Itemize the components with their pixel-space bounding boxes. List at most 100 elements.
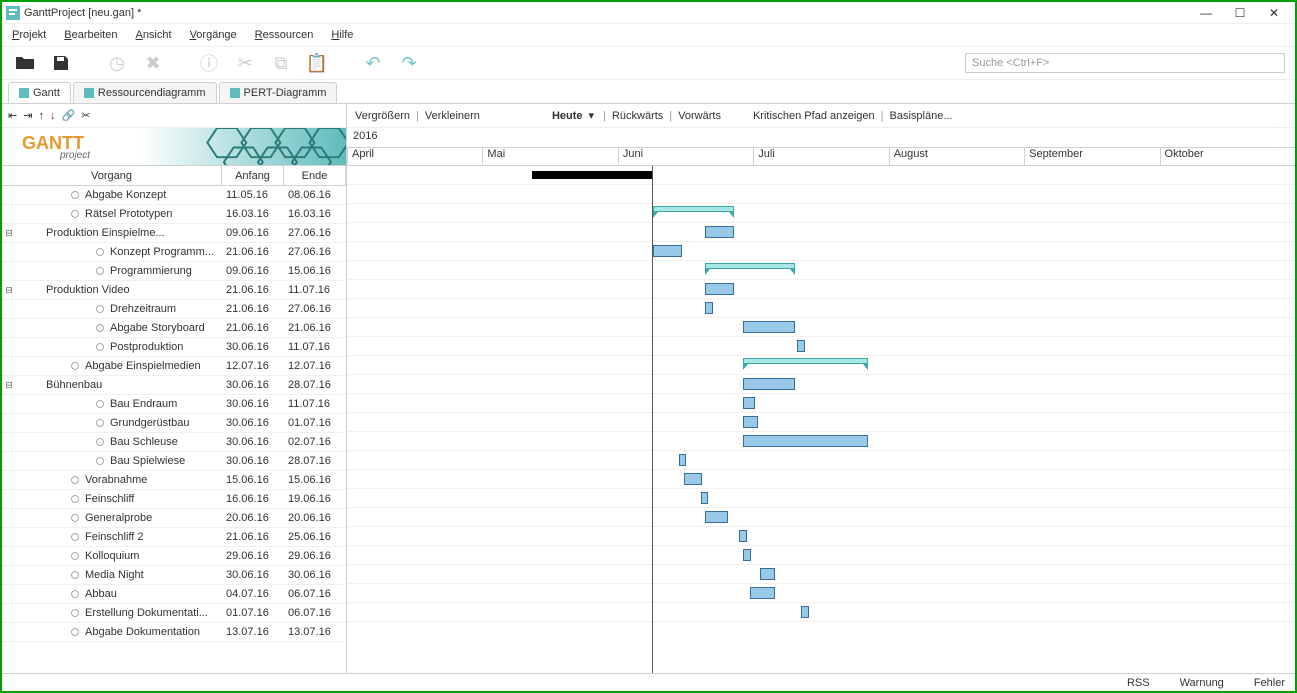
scroll-back[interactable]: Rückwärts	[612, 110, 663, 122]
expand-icon[interactable]: ⊟	[2, 380, 16, 391]
task-row[interactable]: Grundgerüstbau30.06.1601.07.16	[2, 414, 346, 433]
menu-ansicht[interactable]: Ansicht	[131, 27, 175, 43]
gantt-row[interactable]	[347, 527, 1295, 546]
task-row[interactable]: Bau Endraum30.06.1611.07.16	[2, 395, 346, 414]
expand-icon[interactable]: ⊟	[2, 285, 16, 296]
today-button[interactable]: Heute	[552, 110, 583, 122]
gantt-bar[interactable]	[760, 568, 775, 580]
dropdown-icon[interactable]: ▾	[589, 109, 595, 122]
task-row[interactable]: Feinschliff 221.06.1625.06.16	[2, 528, 346, 547]
gantt-row[interactable]	[347, 242, 1295, 261]
zoom-in[interactable]: Vergrößern	[355, 110, 410, 122]
gantt-bar[interactable]	[701, 492, 709, 504]
paste-icon[interactable]: 📋	[304, 50, 330, 76]
gantt-row[interactable]	[347, 299, 1295, 318]
gantt-row[interactable]	[347, 470, 1295, 489]
menu-hilfe[interactable]: Hilfe	[327, 27, 357, 43]
gantt-bar[interactable]	[743, 397, 754, 409]
gantt-row[interactable]	[347, 356, 1295, 375]
gantt-bar[interactable]	[743, 321, 795, 333]
status-error[interactable]: Fehler	[1254, 677, 1285, 689]
gantt-row[interactable]	[347, 394, 1295, 413]
gantt-bar[interactable]	[739, 530, 747, 542]
gantt-bar[interactable]	[705, 283, 733, 295]
gantt-bar[interactable]	[684, 473, 703, 485]
menu-bearbeiten[interactable]: Bearbeiten	[60, 27, 121, 43]
gantt-row[interactable]	[347, 185, 1295, 204]
gantt-row[interactable]	[347, 508, 1295, 527]
gantt-row[interactable]	[347, 223, 1295, 242]
gantt-row[interactable]	[347, 337, 1295, 356]
gantt-row[interactable]	[347, 546, 1295, 565]
gantt-row[interactable]	[347, 166, 1295, 185]
undo-icon[interactable]: ↶	[360, 50, 386, 76]
link-icon[interactable]: 🔗	[61, 109, 75, 122]
save-icon[interactable]	[48, 50, 74, 76]
task-row[interactable]: Abgabe Storyboard21.06.1621.06.16	[2, 319, 346, 338]
status-warning[interactable]: Warnung	[1180, 677, 1224, 689]
movedown-icon[interactable]: ↓	[50, 110, 56, 122]
gantt-bar[interactable]	[653, 206, 734, 212]
gantt-bar[interactable]	[797, 340, 805, 352]
tab-gantt[interactable]: Gantt	[8, 82, 71, 103]
task-row[interactable]: Programmierung09.06.1615.06.16	[2, 262, 346, 281]
gantt-row[interactable]	[347, 451, 1295, 470]
gantt-bar[interactable]	[705, 226, 733, 238]
gantt-bar[interactable]	[705, 263, 795, 269]
task-row[interactable]: Abgabe Dokumentation13.07.1613.07.16	[2, 623, 346, 642]
minimize-button[interactable]: —	[1189, 4, 1223, 22]
task-row[interactable]: Drehzeitraum21.06.1627.06.16	[2, 300, 346, 319]
search-input[interactable]: Suche <Ctrl+F>	[965, 53, 1285, 73]
task-row[interactable]: ⊟Produktion Video21.06.1611.07.16	[2, 281, 346, 300]
gantt-bar[interactable]	[743, 549, 751, 561]
gantt-bar[interactable]	[532, 171, 653, 179]
gantt-bar[interactable]	[743, 435, 868, 447]
gantt-bar[interactable]	[743, 358, 868, 364]
tab-ressourcendiagramm[interactable]: Ressourcendiagramm	[73, 82, 217, 103]
gantt-row[interactable]	[347, 432, 1295, 451]
outdent-icon[interactable]: ⇤	[8, 109, 17, 122]
expand-icon[interactable]: ⊟	[2, 228, 16, 239]
menu-vorgänge[interactable]: Vorgänge	[186, 27, 241, 43]
baselines[interactable]: Basispläne...	[890, 110, 953, 122]
critical-path[interactable]: Kritischen Pfad anzeigen	[753, 110, 875, 122]
menu-ressourcen[interactable]: Ressourcen	[251, 27, 318, 43]
gantt-row[interactable]	[347, 261, 1295, 280]
scroll-forward[interactable]: Vorwärts	[678, 110, 721, 122]
gantt-body[interactable]	[347, 166, 1295, 673]
gantt-row[interactable]	[347, 413, 1295, 432]
redo-icon[interactable]: ↷	[396, 50, 422, 76]
task-row[interactable]: Media Night30.06.1630.06.16	[2, 566, 346, 585]
tab-pert-diagramm[interactable]: PERT-Diagramm	[219, 82, 338, 103]
task-row[interactable]: Vorabnahme15.06.1615.06.16	[2, 471, 346, 490]
close-button[interactable]: ✕	[1257, 4, 1291, 22]
menu-projekt[interactable]: Projekt	[8, 27, 50, 43]
gantt-bar[interactable]	[750, 587, 776, 599]
gantt-row[interactable]	[347, 204, 1295, 223]
gantt-bar[interactable]	[705, 511, 728, 523]
unlink-icon[interactable]: ✂	[81, 109, 90, 122]
task-row[interactable]: Postproduktion30.06.1611.07.16	[2, 338, 346, 357]
gantt-bar[interactable]	[801, 606, 809, 618]
col-end[interactable]: Ende	[284, 166, 346, 185]
task-row[interactable]: ⊟Bühnenbau30.06.1628.07.16	[2, 376, 346, 395]
task-row[interactable]: ⊟Produktion Einspielme...09.06.1627.06.1…	[2, 224, 346, 243]
task-row[interactable]: Feinschliff16.06.1619.06.16	[2, 490, 346, 509]
gantt-bar[interactable]	[743, 378, 795, 390]
task-row[interactable]: Abbau04.07.1606.07.16	[2, 585, 346, 604]
task-row[interactable]: Rätsel Prototypen16.03.1616.03.16	[2, 205, 346, 224]
gantt-bar[interactable]	[705, 302, 713, 314]
col-name[interactable]: Vorgang	[2, 166, 222, 185]
task-row[interactable]: Abgabe Einspielmedien12.07.1612.07.16	[2, 357, 346, 376]
gantt-row[interactable]	[347, 489, 1295, 508]
gantt-row[interactable]	[347, 565, 1295, 584]
col-start[interactable]: Anfang	[222, 166, 284, 185]
open-icon[interactable]	[12, 50, 38, 76]
zoom-out[interactable]: Verkleinern	[425, 110, 480, 122]
gantt-row[interactable]	[347, 280, 1295, 299]
moveup-icon[interactable]: ↑	[38, 110, 44, 122]
gantt-bar[interactable]	[679, 454, 687, 466]
maximize-button[interactable]: ☐	[1223, 4, 1257, 22]
task-row[interactable]: Bau Spielwiese30.06.1628.07.16	[2, 452, 346, 471]
gantt-row[interactable]	[347, 375, 1295, 394]
